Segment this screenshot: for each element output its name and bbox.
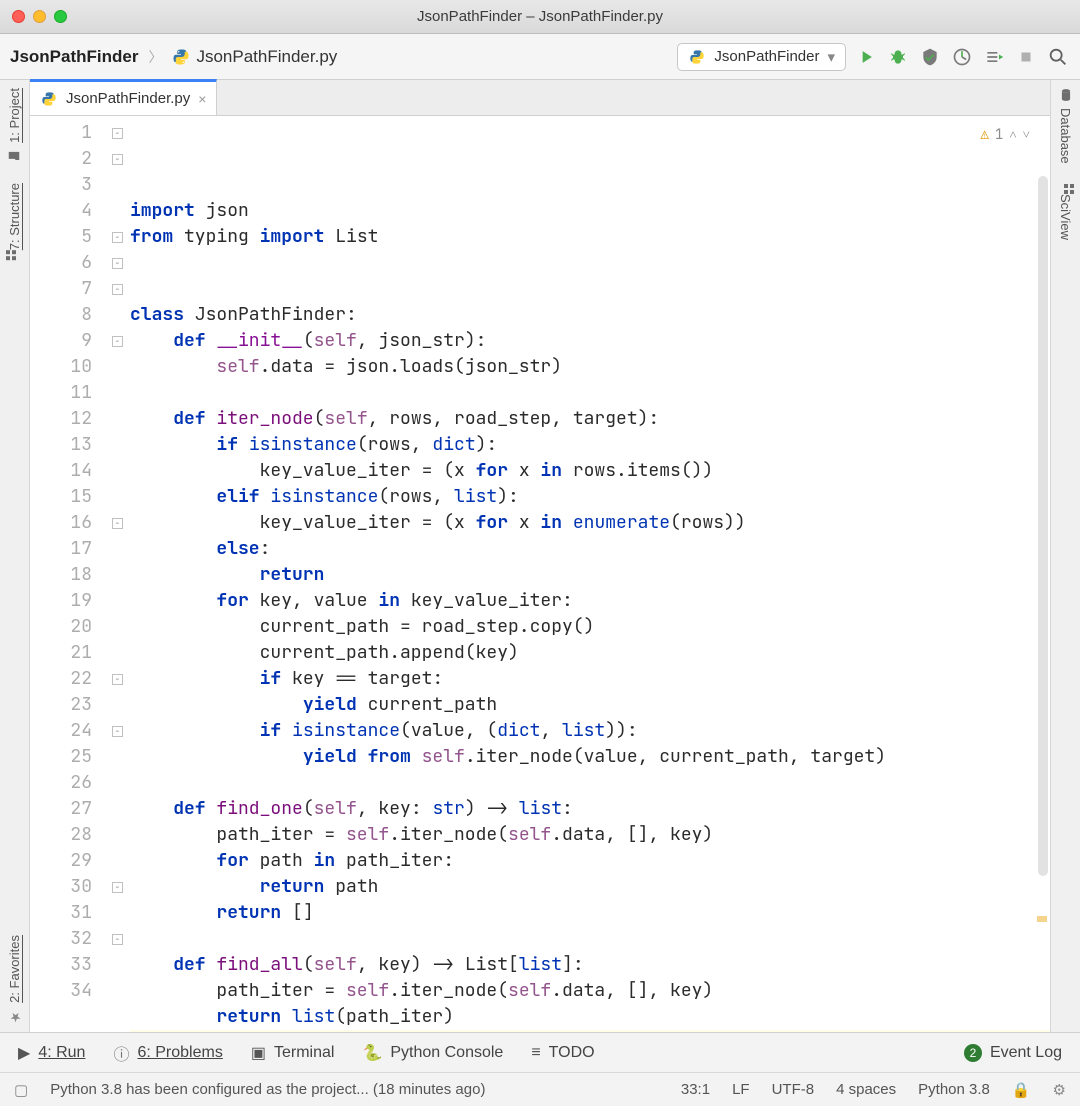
python-file-icon [40, 90, 58, 108]
line-gutter: 1234567891011121314151617181920212223242… [30, 116, 110, 1032]
event-log-tool[interactable]: 2 Event Log [964, 1044, 1062, 1062]
chevron-up-icon[interactable]: ˄ [1009, 122, 1016, 148]
project-tool-label: 1: Project [7, 88, 22, 143]
sciview-tool-label: SciView [1058, 194, 1073, 240]
star-icon: ★ [7, 1009, 22, 1024]
run-button[interactable] [854, 45, 878, 69]
event-log-label: Event Log [990, 1044, 1062, 1062]
window-controls [12, 10, 67, 23]
event-log-badge: 2 [964, 1044, 982, 1062]
terminal-tool[interactable]: ▣ Terminal [251, 1043, 335, 1063]
problems-tool[interactable]: ⓘ 6: Problems [113, 1041, 222, 1065]
close-tab-icon[interactable]: × [198, 91, 206, 107]
stop-button[interactable] [1014, 45, 1038, 69]
play-icon: ▶ [18, 1043, 30, 1063]
coverage-button[interactable] [918, 45, 942, 69]
warning-count: 1 [995, 122, 1003, 148]
code-content[interactable]: ⚠ 1 ˄ ˅ import jsonfrom typing import Li… [130, 116, 1050, 1032]
inspection-widget[interactable]: ⚠ 1 ˄ ˅ [981, 122, 1031, 148]
maximize-icon[interactable] [54, 10, 67, 23]
caret-position[interactable]: 33:1 [681, 1081, 710, 1098]
ide-body: 1: Project 7: Structure ★ 2: Favorites J… [0, 80, 1080, 1032]
breadcrumb-sep: 〉 [146, 47, 164, 67]
left-tool-rail: 1: Project 7: Structure ★ 2: Favorites [0, 80, 30, 1032]
chevron-down-icon: ▾ [827, 48, 835, 66]
favorites-tool[interactable]: ★ 2: Favorites [7, 935, 22, 1024]
structure-icon [13, 256, 17, 260]
run-tool[interactable]: ▶ 4: Run [18, 1043, 85, 1063]
warning-icon: ⚠ [981, 122, 989, 148]
python-icon: 🐍 [362, 1043, 382, 1063]
python-icon [688, 48, 706, 66]
close-icon[interactable] [12, 10, 25, 23]
todo-tool[interactable]: ≡ TODO [531, 1044, 594, 1062]
grid-icon [1064, 184, 1068, 188]
run-tool-label: 4: Run [38, 1044, 85, 1062]
code-editor[interactable]: 1234567891011121314151617181920212223242… [30, 116, 1050, 1032]
python-console-tool[interactable]: 🐍 Python Console [362, 1043, 503, 1063]
chevron-down-icon[interactable]: ˅ [1023, 122, 1030, 148]
lock-icon[interactable]: 🔒 [1012, 1081, 1031, 1099]
status-message: Python 3.8 has been configured as the pr… [50, 1081, 485, 1098]
bottom-tool-strip: ▶ 4: Run ⓘ 6: Problems ▣ Terminal 🐍 Python C… [0, 1032, 1080, 1072]
database-tool-label: Database [1058, 108, 1073, 164]
project-tool[interactable]: 1: Project [7, 88, 22, 163]
terminal-tool-label: Terminal [274, 1044, 334, 1062]
python-file-icon [172, 48, 190, 66]
favorites-tool-label: 2: Favorites [7, 935, 22, 1003]
indent-setting[interactable]: 4 spaces [836, 1081, 896, 1098]
problems-tool-label: 6: Problems [137, 1044, 222, 1062]
scrollbar[interactable] [1038, 176, 1048, 876]
error-stripe-mark[interactable] [1037, 916, 1047, 922]
status-bar: ▢ Python 3.8 has been configured as the … [0, 1072, 1080, 1106]
structure-tool-label: 7: Structure [7, 183, 22, 250]
window-title: JsonPathFinder – JsonPathFinder.py [0, 8, 1080, 25]
minimize-icon[interactable] [33, 10, 46, 23]
window-titlebar: JsonPathFinder – JsonPathFinder.py [0, 0, 1080, 34]
status-bar-icon[interactable]: ▢ [14, 1081, 28, 1099]
interpreter[interactable]: Python 3.8 [918, 1081, 990, 1098]
file-encoding[interactable]: UTF-8 [772, 1081, 815, 1098]
debug-button[interactable] [886, 45, 910, 69]
editor-area: JsonPathFinder.py × 12345678910111213141… [30, 80, 1050, 1032]
editor-tab[interactable]: JsonPathFinder.py × [30, 79, 217, 115]
run-anything-button[interactable] [982, 45, 1006, 69]
editor-tab-label: JsonPathFinder.py [66, 90, 190, 107]
line-separator[interactable]: LF [732, 1081, 750, 1098]
todo-tool-label: TODO [549, 1044, 595, 1062]
sciview-tool[interactable]: SciView [1058, 184, 1073, 240]
database-tool[interactable]: Database [1058, 88, 1073, 164]
main-toolbar: JsonPathFinder 〉 JsonPathFinder.py JsonP… [0, 34, 1080, 80]
profile-button[interactable] [950, 45, 974, 69]
fold-column[interactable]: −−−−−−−−−−− [110, 116, 130, 1032]
info-icon: ⓘ [113, 1041, 129, 1065]
editor-tabs: JsonPathFinder.py × [30, 80, 1050, 116]
run-config-dropdown[interactable]: JsonPathFinder ▾ [677, 43, 846, 71]
structure-tool[interactable]: 7: Structure [7, 183, 22, 260]
gear-icon[interactable]: ⚙ [1053, 1081, 1066, 1099]
breadcrumb-root[interactable]: JsonPathFinder [10, 47, 138, 67]
python-console-label: Python Console [390, 1044, 503, 1062]
breadcrumb-file-label: JsonPathFinder.py [196, 47, 337, 67]
right-tool-rail: Database SciView [1050, 80, 1080, 1032]
list-icon: ≡ [531, 1044, 540, 1062]
run-config-label: JsonPathFinder [714, 48, 819, 65]
terminal-icon: ▣ [251, 1043, 266, 1063]
breadcrumb-file[interactable]: JsonPathFinder.py [172, 47, 337, 67]
search-button[interactable] [1046, 45, 1070, 69]
